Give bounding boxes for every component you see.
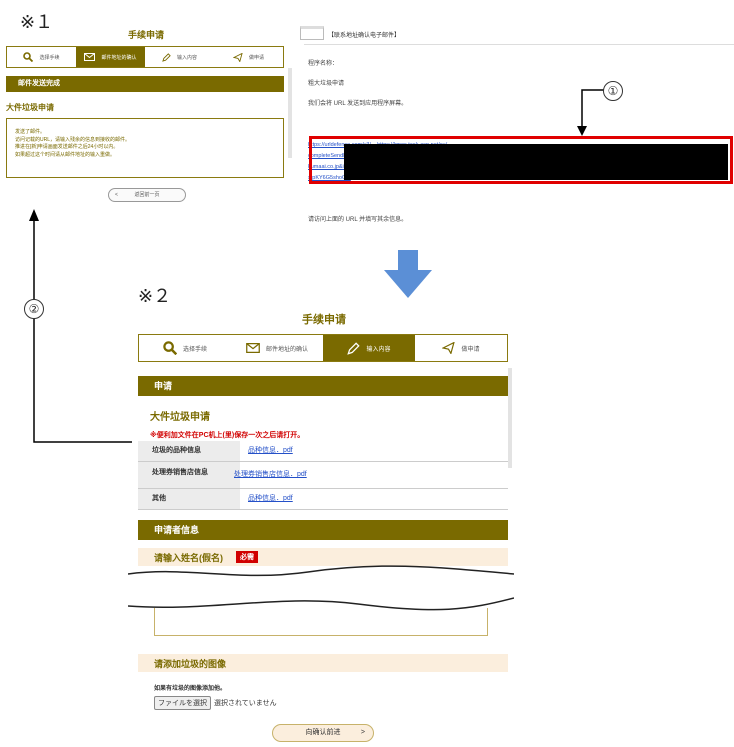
message-line: 发送了邮件。	[15, 129, 46, 135]
pencil-icon	[347, 341, 361, 355]
file-picker: ファイルを選択 選択されていません	[154, 696, 277, 710]
message-line: 访问记载的URL，请输入残余的信息到接收的邮件。	[15, 136, 131, 143]
section-title: 大件垃圾申请	[150, 412, 210, 423]
section-bar: 申请	[138, 376, 508, 396]
avatar	[300, 26, 324, 40]
pdf-link[interactable]: 品种信息．pdf	[248, 495, 293, 502]
back-button-label: 返回前一页	[134, 192, 160, 198]
file-select-button[interactable]: ファイルを選択	[154, 696, 211, 710]
message-line: 推进在[新]申请画面发送邮件之后24小时以内。	[15, 144, 119, 150]
page-title: 手续申请	[127, 30, 164, 40]
field-label: 请添加垃圾的图像	[154, 659, 227, 669]
note-mark-2: ※２	[138, 286, 172, 307]
step-input: 输入内容	[323, 335, 415, 361]
arrow-up-icon	[29, 209, 132, 443]
send-icon	[442, 342, 456, 354]
step-select: 选择手续	[7, 47, 76, 67]
step-label: 选择手续	[39, 54, 60, 61]
message-box: 发送了邮件。 访问记载的URL，请输入残余的信息到接收的邮件。 推进在[新]申请…	[6, 118, 284, 178]
step-select: 选择手续	[139, 335, 231, 361]
step-label: 输入内容	[176, 54, 197, 61]
chevron-left-icon: <	[115, 192, 118, 198]
envelope-icon	[84, 53, 96, 61]
status-bar: 邮件发送完成	[6, 76, 284, 92]
section-bar: 申请者信息	[138, 520, 508, 540]
callout-1: ①	[603, 81, 623, 101]
step-label: 做申请	[461, 346, 480, 353]
pencil-icon	[162, 52, 171, 62]
panel-input: 手续申请 选择手续 邮件地址的确认 输入内容 做申请 申请 大件垃圾申请 ※便利…	[128, 312, 514, 747]
email-line: 粗大垃圾申请	[308, 81, 345, 87]
field-header: 请添加垃圾的图像	[138, 654, 508, 672]
email-line: 程序名称：	[308, 61, 339, 67]
step-apply: 做申请	[214, 47, 283, 67]
step-label: 邮件地址的确认	[101, 54, 137, 61]
email-subject: 【联系地址确认电子邮件】	[328, 33, 401, 39]
warning-text: ※便利加文件在PC机上(里)保存一次之后请打开。	[150, 432, 305, 439]
step-nav: 选择手续 邮件地址的确认 输入内容 做申请	[6, 46, 284, 68]
table-row: 垃圾的品种信息 品种信息．pdf	[138, 441, 508, 462]
row-label: 垃圾的品种信息	[138, 441, 240, 461]
scrollbar[interactable]	[508, 368, 512, 468]
row-label: 其他	[138, 489, 240, 509]
message-line: 如果超过这个时间请从邮件地址的输入重做。	[15, 151, 116, 158]
next-button-label: 向确认前进	[305, 729, 341, 736]
row-label: 处理券销售店信息	[138, 462, 240, 488]
step-email: 邮件地址的确认	[231, 335, 323, 361]
step-input: 输入内容	[145, 47, 214, 67]
step-label: 选择手续	[182, 346, 207, 353]
file-status: 選択されていません	[214, 700, 277, 707]
email-preview: 【联系地址确认电子邮件】 程序名称： 粗大垃圾申请 我们会将 URL 发送到应用…	[300, 26, 734, 236]
search-icon	[163, 341, 177, 355]
step-apply: 做申请	[415, 335, 507, 361]
send-icon	[232, 52, 243, 62]
scrollbar[interactable]	[288, 68, 292, 158]
page-break	[128, 594, 514, 622]
section-title: 大件垃圾申请	[6, 103, 54, 112]
hint-text: 如果有垃圾的图像添加他。	[154, 686, 227, 692]
step-label: 邮件地址的确认	[265, 346, 308, 353]
table-row: 其他 品种信息．pdf	[138, 489, 508, 510]
step-email: 邮件地址的确认	[76, 47, 145, 67]
step-label: 做申请	[248, 54, 264, 61]
page-title: 手续申请	[302, 314, 346, 326]
next-button[interactable]: 向确认前进 >	[272, 724, 374, 742]
panel-mail-sent: 手续申请 选择手续 邮件地址的确认 输入内容 做申请 邮件发送完成 大件垃圾申请…	[0, 28, 292, 208]
divider	[304, 44, 734, 45]
flow-arrow-icon	[384, 250, 432, 298]
email-footer: 请访问上面的 URL 并填写其余信息。	[308, 217, 408, 223]
search-icon	[23, 52, 34, 62]
highlight-box	[309, 136, 733, 184]
step-label: 输入内容	[366, 346, 391, 353]
chevron-right-icon: >	[360, 729, 365, 736]
back-button[interactable]: < 返回前一页	[108, 188, 186, 202]
envelope-icon	[246, 343, 260, 353]
download-table: 垃圾的品种信息 品种信息．pdf 处理券销售店信息 处理券销售店信息．pdf 其…	[138, 441, 508, 510]
email-line: 我们会将 URL 发送到应用程序屏幕。	[308, 101, 408, 107]
callout-2: ②	[24, 299, 44, 319]
step-nav: 选择手续 邮件地址的确认 输入内容 做申请	[138, 334, 508, 362]
table-row: 处理券销售店信息 处理券销售店信息．pdf	[138, 462, 508, 489]
pdf-link[interactable]: 处理券销售店信息．pdf	[234, 471, 307, 478]
pdf-link[interactable]: 品种信息．pdf	[248, 447, 293, 454]
